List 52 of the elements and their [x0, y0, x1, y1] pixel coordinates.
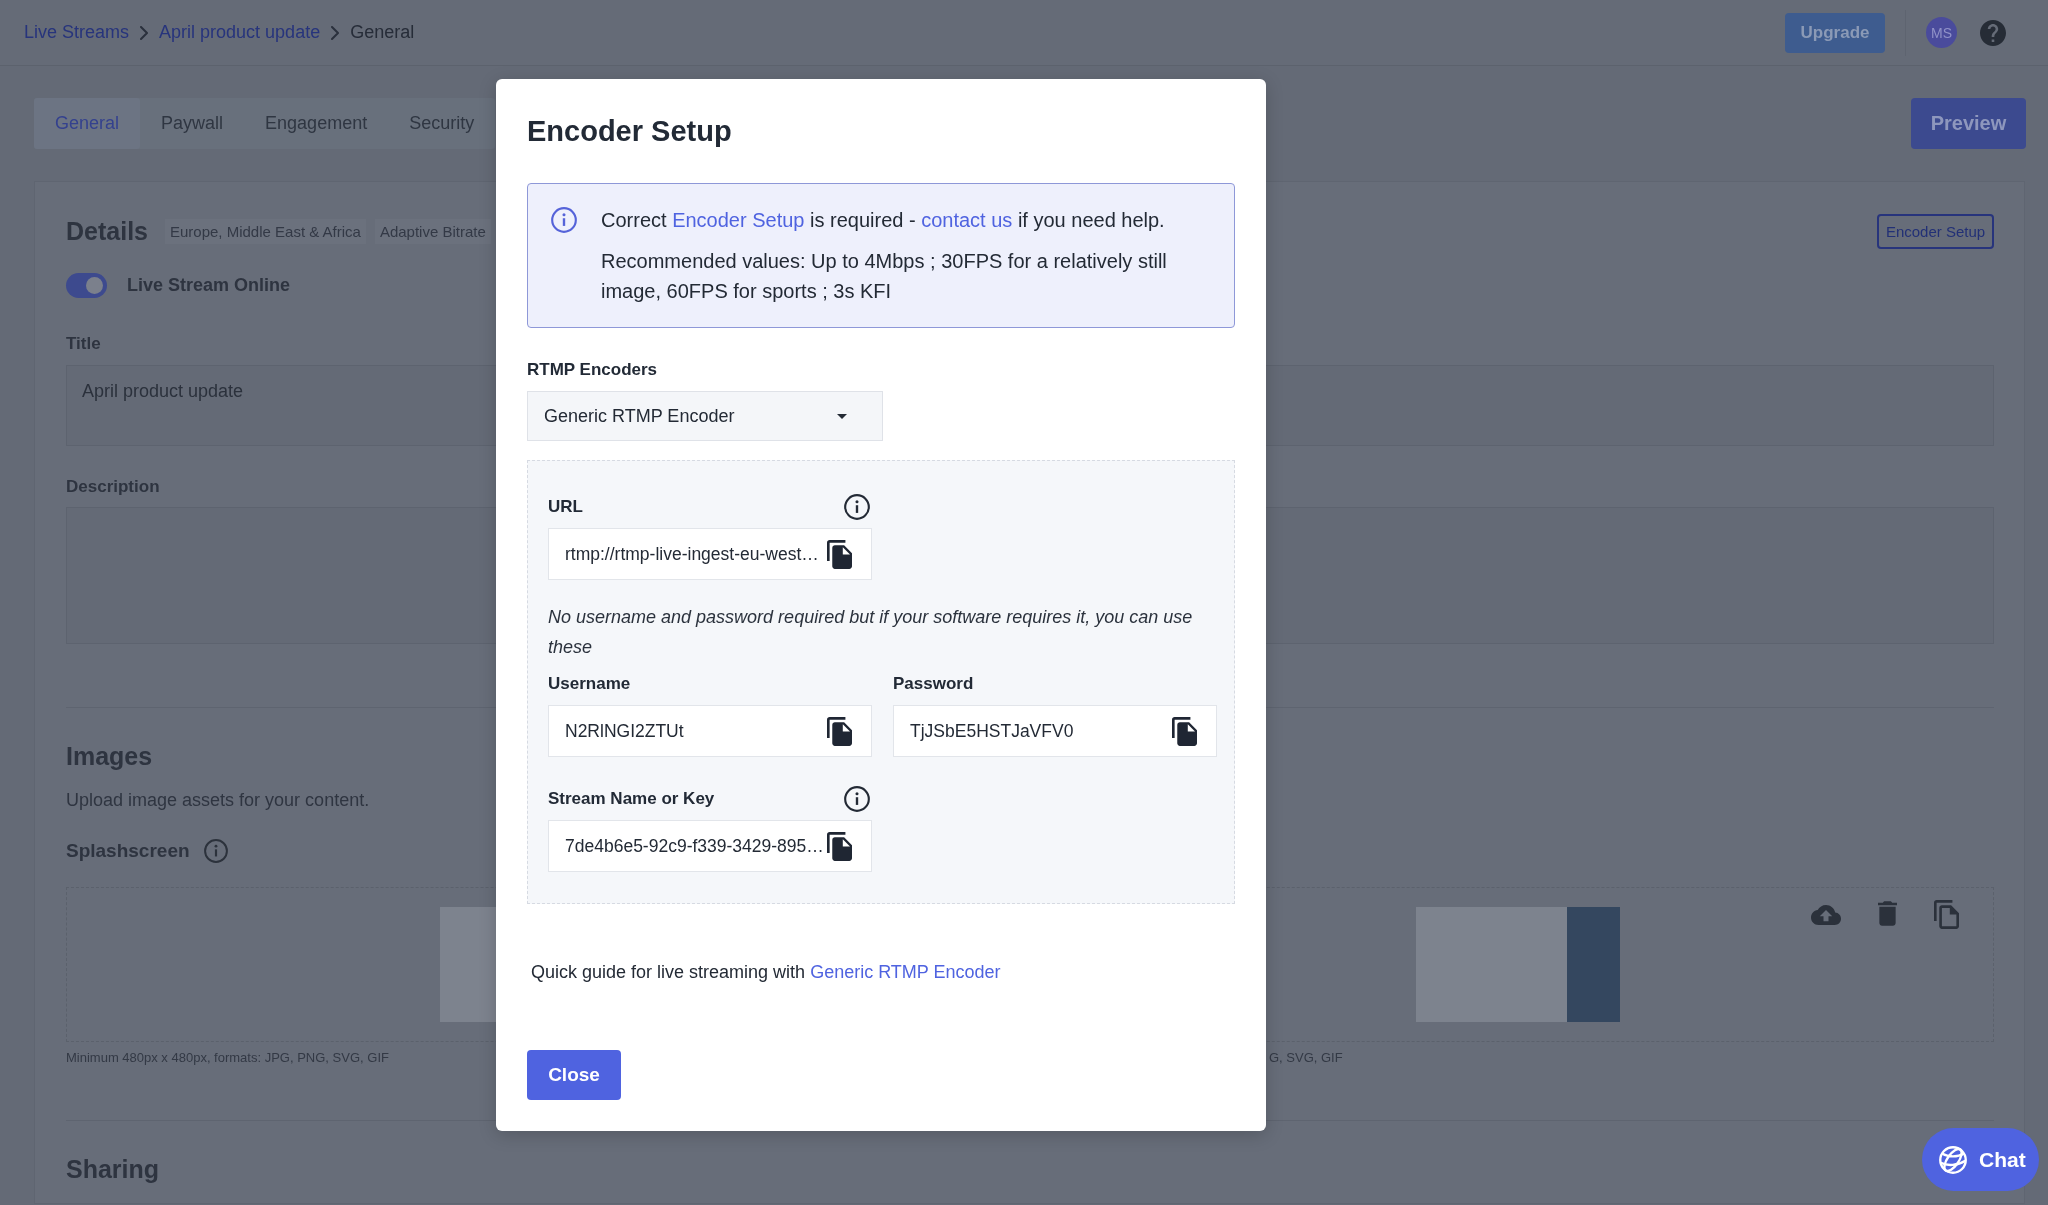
breadcrumb-current: General	[350, 22, 415, 43]
username-field[interactable]: N2RlNGI2ZTUt	[548, 705, 872, 757]
tab[interactable]: Security	[388, 98, 496, 149]
field-label: Description	[66, 477, 160, 497]
copy-icon[interactable]	[827, 539, 852, 569]
tab[interactable]: Engagement	[244, 98, 389, 149]
toggle-label: Live Stream Online	[127, 275, 291, 296]
guide-text: Quick guide for live streaming with Generic RTMP Encoder	[531, 961, 1001, 983]
inline-link[interactable]: Encoder Setup	[672, 209, 805, 231]
field-label: URL	[548, 497, 583, 517]
encoder-dropdown[interactable]: Generic RTMP Encoder	[527, 391, 883, 441]
dialog-title: Encoder Setup	[527, 114, 732, 149]
tab[interactable]: Paywall	[140, 98, 245, 149]
chat-button[interactable]: Chat	[1922, 1128, 2039, 1191]
stream-key-field[interactable]: 7de4b6e5-92c9-f339-3429-895…	[548, 820, 872, 872]
inline-link[interactable]: contact us	[921, 209, 1013, 231]
cloud-upload-icon[interactable]	[1811, 905, 1841, 925]
field-label: Password	[893, 674, 974, 694]
notice-recommendation: Recommended values: Up to 4Mbps ; 30FPS for a relatively still image, 60FPS for sports ; 3s KFI	[601, 249, 1168, 304]
inline-link[interactable]: Generic RTMP Encoder	[810, 962, 1001, 982]
field-label: Title	[66, 334, 101, 354]
close-button[interactable]: Close	[527, 1050, 621, 1100]
info-icon[interactable]	[844, 786, 870, 812]
password-field[interactable]: TjJSbE5HSTJaVFV0	[893, 705, 1217, 757]
field-label: Username	[548, 674, 631, 694]
section-heading: Details	[66, 216, 148, 246]
copy-icon[interactable]	[827, 831, 852, 861]
chevron-right-icon	[331, 25, 340, 40]
chevron-right-icon	[140, 25, 149, 40]
globe-icon	[1939, 1145, 1967, 1174]
info-icon[interactable]	[844, 494, 870, 520]
region-tag: Europe, Middle East & Africa	[165, 218, 366, 244]
section-subtitle: Upload image assets for your content.	[66, 789, 370, 811]
field-label: RTMP Encoders	[527, 360, 658, 380]
url-field[interactable]: rtmp://rtmp-live-ingest-eu-west…	[548, 528, 872, 580]
copy-icon[interactable]	[1172, 716, 1197, 746]
notice-message: Correct Encoder Setup is required - contact us if you need help.	[601, 208, 1165, 233]
toggle-switch[interactable]	[66, 273, 107, 298]
region-tag: Adaptive Bitrate	[374, 218, 491, 244]
splashscreen-label: Splashscreen	[66, 840, 190, 862]
copy-icon[interactable]	[827, 716, 852, 746]
trash-icon[interactable]	[1878, 901, 1897, 926]
section-heading: Images	[66, 741, 153, 771]
section-heading: Sharing	[66, 1154, 160, 1184]
help-icon[interactable]	[1980, 19, 2006, 46]
credentials-note: No username and password required but if your software requires it, you can use these	[548, 606, 1194, 659]
field-label: Stream Name or Key	[548, 789, 715, 809]
user-avatar[interactable]: MS	[1926, 17, 1957, 48]
caret-icon	[837, 413, 847, 419]
encoder-setup-button[interactable]: Encoder Setup	[1877, 213, 1994, 249]
preview-button[interactable]: Preview	[1911, 98, 2026, 149]
upgrade-button[interactable]: Upgrade	[1785, 12, 1885, 53]
